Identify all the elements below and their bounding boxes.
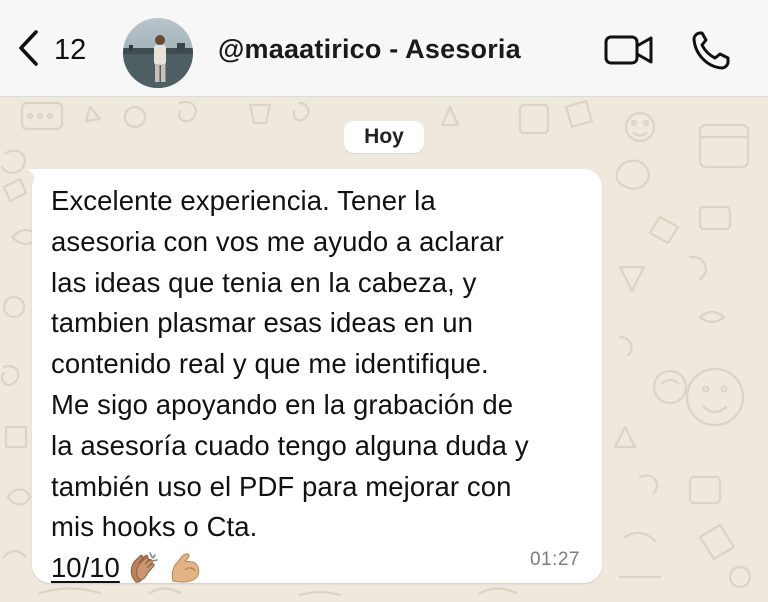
message-rating-line: 10/10 bbox=[51, 548, 582, 588]
rating-text[interactable]: 10/10 bbox=[51, 552, 120, 584]
message-bubble[interactable]: Excelente experiencia. Tener la asesoria… bbox=[32, 169, 602, 583]
avatar[interactable] bbox=[123, 18, 193, 88]
message-text: Excelente experiencia. Tener la asesoria… bbox=[51, 185, 529, 543]
message-time: 01:27 bbox=[529, 549, 580, 570]
date-separator: Hoy bbox=[344, 121, 424, 153]
video-call-button[interactable] bbox=[603, 30, 655, 70]
chat-header: 12 @maaatirico - Asesoria bbox=[0, 0, 768, 97]
clapping-hands-icon bbox=[126, 550, 162, 586]
video-camera-icon bbox=[603, 35, 655, 74]
contact-name[interactable]: @maaatirico - Asesoria bbox=[218, 34, 521, 65]
back-button[interactable]: 12 bbox=[16, 28, 86, 73]
chat-area[interactable]: Hoy Excelente experiencia. Tener la ases… bbox=[0, 97, 768, 602]
phone-icon bbox=[690, 31, 732, 76]
chevron-left-icon bbox=[16, 28, 42, 73]
flexed-biceps-icon bbox=[168, 550, 204, 586]
unread-count: 12 bbox=[54, 34, 87, 66]
voice-call-button[interactable] bbox=[690, 28, 732, 72]
